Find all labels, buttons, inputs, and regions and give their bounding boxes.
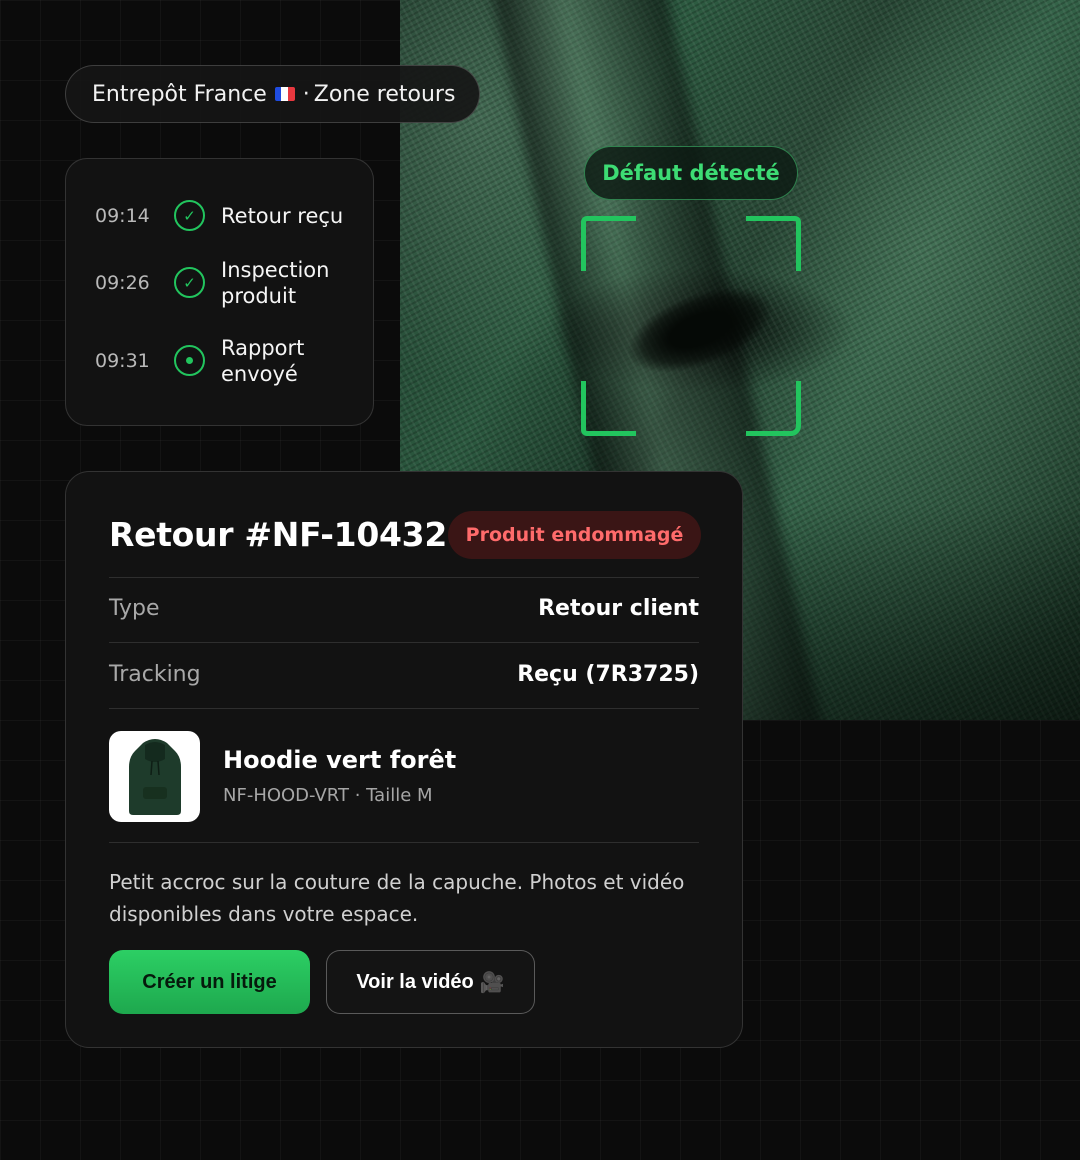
divider — [109, 642, 699, 643]
check-circle-icon: ✓ — [174, 267, 205, 298]
frame-corner-top-right — [746, 216, 801, 271]
timeline-item: 09:26 ✓ Inspection produit — [66, 258, 373, 308]
location-separator: · — [302, 81, 310, 107]
timeline-card: 09:14 ✓ Retour reçu 09:26 ✓ Inspection p… — [65, 158, 374, 426]
timeline-item: 09:31 Rapport envoyé — [66, 336, 373, 386]
frame-corner-top-left — [581, 216, 636, 271]
return-title: Retour #NF-10432 — [109, 515, 447, 554]
hoodie-icon — [128, 738, 181, 815]
return-card: Retour #NF-10432 Produit endommagé Type … — [65, 471, 743, 1048]
frame-corner-bottom-left — [581, 381, 636, 436]
watch-video-label: Voir la vidéo — [356, 970, 474, 993]
tracking-label: Tracking — [109, 662, 201, 687]
type-value: Retour client — [538, 596, 699, 621]
check-circle-icon: ✓ — [174, 200, 205, 231]
warehouse-label: Entrepôt France — [92, 81, 267, 107]
zone-label: Zone retours — [313, 81, 456, 107]
timeline-label: Retour reçu — [221, 203, 344, 228]
defect-detected-badge: Défaut détecté — [584, 146, 798, 200]
type-label: Type — [109, 596, 160, 621]
frame-corner-bottom-right — [746, 381, 801, 436]
divider — [109, 708, 699, 709]
timeline-item: 09:14 ✓ Retour reçu — [66, 200, 373, 231]
timeline-time: 09:31 — [95, 349, 150, 372]
video-camera-icon: 🎥 — [479, 971, 505, 994]
tracking-value: Reçu (7R3725) — [517, 662, 699, 687]
timeline-time: 09:26 — [95, 271, 150, 294]
product-thumbnail — [109, 731, 200, 822]
timeline-label: Rapport envoyé — [221, 335, 305, 386]
divider — [109, 577, 699, 578]
france-flag-icon — [274, 87, 295, 101]
timeline-time: 09:14 — [95, 204, 150, 227]
detection-frame — [581, 216, 801, 436]
create-dispute-button[interactable]: Créer un litige — [109, 950, 310, 1014]
divider — [109, 842, 699, 843]
progress-dot-icon — [174, 345, 205, 376]
timeline-label: Inspection produit — [221, 257, 330, 308]
product-name: Hoodie vert forêt — [223, 746, 457, 774]
defect-description: Petit accroc sur la couture de la capuch… — [109, 870, 685, 926]
product-sku: NF-HOOD-VRT · Taille M — [223, 785, 433, 806]
status-badge: Produit endommagé — [448, 511, 701, 559]
watch-video-button[interactable]: Voir la vidéo 🎥 — [326, 950, 535, 1014]
location-pill: Entrepôt France · Zone retours — [65, 65, 480, 123]
